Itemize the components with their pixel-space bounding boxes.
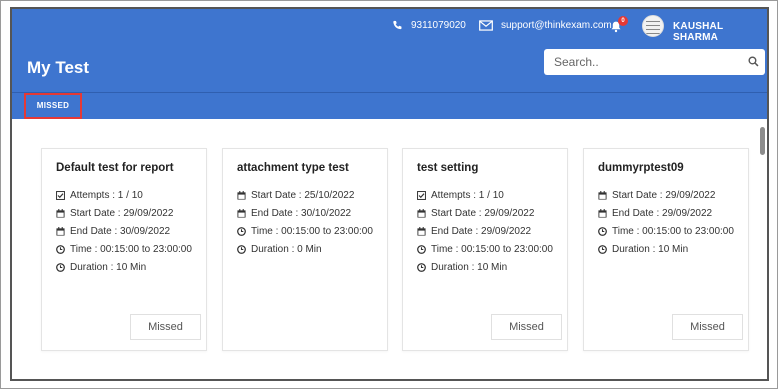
search-box xyxy=(544,49,765,75)
clock-icon xyxy=(417,262,426,272)
test-title: attachment type test xyxy=(237,162,349,174)
header-bar: 9311079020 support@thinkexam.com 0 KAUSH… xyxy=(12,9,767,119)
end-date-text: End Date : 30/10/2022 xyxy=(251,207,352,219)
missed-button[interactable]: Missed xyxy=(672,314,743,340)
calendar-icon xyxy=(417,226,426,236)
test-title: dummyrptest09 xyxy=(598,162,684,174)
user-name[interactable]: KAUSHAL SHARMA xyxy=(673,21,767,43)
start-date-text: Start Date : 25/10/2022 xyxy=(251,189,355,201)
calendar-icon xyxy=(237,208,246,218)
window-frame: 9311079020 support@thinkexam.com 0 KAUSH… xyxy=(0,0,778,389)
test-card: test setting Attempts : 1 / 10 Start Dat… xyxy=(402,148,568,351)
test-details: Attempts : 1 / 10 Start Date : 29/09/202… xyxy=(417,186,553,276)
test-details: Start Date : 25/10/2022 End Date : 30/10… xyxy=(237,186,373,258)
test-card: attachment type test Start Date : 25/10/… xyxy=(222,148,388,351)
missed-button[interactable]: Missed xyxy=(130,314,201,340)
time-text: Time : 00:15:00 to 23:00:00 xyxy=(612,225,734,237)
end-date-row: End Date : 30/09/2022 xyxy=(56,222,192,240)
start-date-row: Start Date : 29/09/2022 xyxy=(598,186,734,204)
duration-text: Duration : 10 Min xyxy=(70,261,147,273)
calendar-icon xyxy=(598,208,607,218)
calendar-icon xyxy=(417,208,426,218)
end-date-text: End Date : 29/09/2022 xyxy=(431,225,532,237)
start-date-text: Start Date : 29/09/2022 xyxy=(431,207,535,219)
phone-number: 9311079020 xyxy=(411,20,466,31)
missed-button[interactable]: Missed xyxy=(491,314,562,340)
start-date-text: Start Date : 29/09/2022 xyxy=(612,189,716,201)
clock-icon xyxy=(56,262,65,272)
attempts-text: Attempts : 1 / 10 xyxy=(431,189,504,201)
calendar-icon xyxy=(56,208,65,218)
test-card: Default test for report Attempts : 1 / 1… xyxy=(41,148,207,351)
duration-row: Duration : 0 Min xyxy=(237,240,373,258)
notification-badge: 0 xyxy=(618,16,628,26)
duration-text: Duration : 0 Min xyxy=(251,243,322,255)
end-date-row: End Date : 29/09/2022 xyxy=(598,204,734,222)
calendar-icon xyxy=(598,190,607,200)
test-card: dummyrptest09 Start Date : 29/09/2022 En… xyxy=(583,148,749,351)
phone-icon xyxy=(393,20,402,30)
end-date-text: End Date : 30/09/2022 xyxy=(70,225,171,237)
page-title: My Test xyxy=(27,58,90,77)
start-date-row: Start Date : 29/09/2022 xyxy=(56,204,192,222)
duration-text: Duration : 10 Min xyxy=(431,261,508,273)
test-details: Attempts : 1 / 10 Start Date : 29/09/202… xyxy=(56,186,192,276)
end-date-row: End Date : 29/09/2022 xyxy=(417,222,553,240)
clock-icon xyxy=(56,244,65,254)
clock-icon xyxy=(598,226,607,236)
time-row: Time : 00:15:00 to 23:00:00 xyxy=(417,240,553,258)
test-card-list: Default test for report Attempts : 1 / 1… xyxy=(21,127,759,377)
test-title: Default test for report xyxy=(56,162,174,174)
duration-row: Duration : 10 Min xyxy=(598,240,734,258)
end-date-text: End Date : 29/09/2022 xyxy=(612,207,713,219)
attempts-text: Attempts : 1 / 10 xyxy=(70,189,143,201)
end-date-row: End Date : 30/10/2022 xyxy=(237,204,373,222)
clock-icon xyxy=(237,244,246,254)
time-text: Time : 00:15:00 to 23:00:00 xyxy=(431,243,553,255)
checkbox-icon xyxy=(417,190,426,200)
time-text: Time : 00:15:00 to 23:00:00 xyxy=(70,243,192,255)
start-date-row: Start Date : 29/09/2022 xyxy=(417,204,553,222)
avatar[interactable] xyxy=(642,15,664,37)
time-row: Time : 00:15:00 to 23:00:00 xyxy=(598,222,734,240)
test-details: Start Date : 29/09/2022 End Date : 29/09… xyxy=(598,186,734,258)
email-contact[interactable]: support@thinkexam.com xyxy=(479,20,612,31)
time-row: Time : 00:15:00 to 23:00:00 xyxy=(56,240,192,258)
duration-row: Duration : 10 Min xyxy=(56,258,192,276)
checkbox-icon xyxy=(56,190,65,200)
start-date-text: Start Date : 29/09/2022 xyxy=(70,207,174,219)
attempts-row: Attempts : 1 / 10 xyxy=(417,186,553,204)
search-input[interactable] xyxy=(544,49,734,75)
duration-row: Duration : 10 Min xyxy=(417,258,553,276)
scrollbar-thumb[interactable] xyxy=(760,127,765,155)
start-date-row: Start Date : 25/10/2022 xyxy=(237,186,373,204)
clock-icon xyxy=(237,226,246,236)
duration-text: Duration : 10 Min xyxy=(612,243,689,255)
header-divider xyxy=(12,92,767,93)
test-title: test setting xyxy=(417,162,479,174)
time-text: Time : 00:15:00 to 23:00:00 xyxy=(251,225,373,237)
email-address: support@thinkexam.com xyxy=(501,20,612,31)
calendar-icon xyxy=(237,190,246,200)
attempts-row: Attempts : 1 / 10 xyxy=(56,186,192,204)
app-viewport: 9311079020 support@thinkexam.com 0 KAUSH… xyxy=(10,7,769,381)
search-icon[interactable] xyxy=(748,56,759,67)
tab-missed[interactable]: MISSED xyxy=(24,93,82,119)
clock-icon xyxy=(598,244,607,254)
clock-icon xyxy=(417,244,426,254)
time-row: Time : 00:15:00 to 23:00:00 xyxy=(237,222,373,240)
phone-contact[interactable]: 9311079020 xyxy=(392,20,466,31)
calendar-icon xyxy=(56,226,65,236)
envelope-icon xyxy=(479,20,493,31)
